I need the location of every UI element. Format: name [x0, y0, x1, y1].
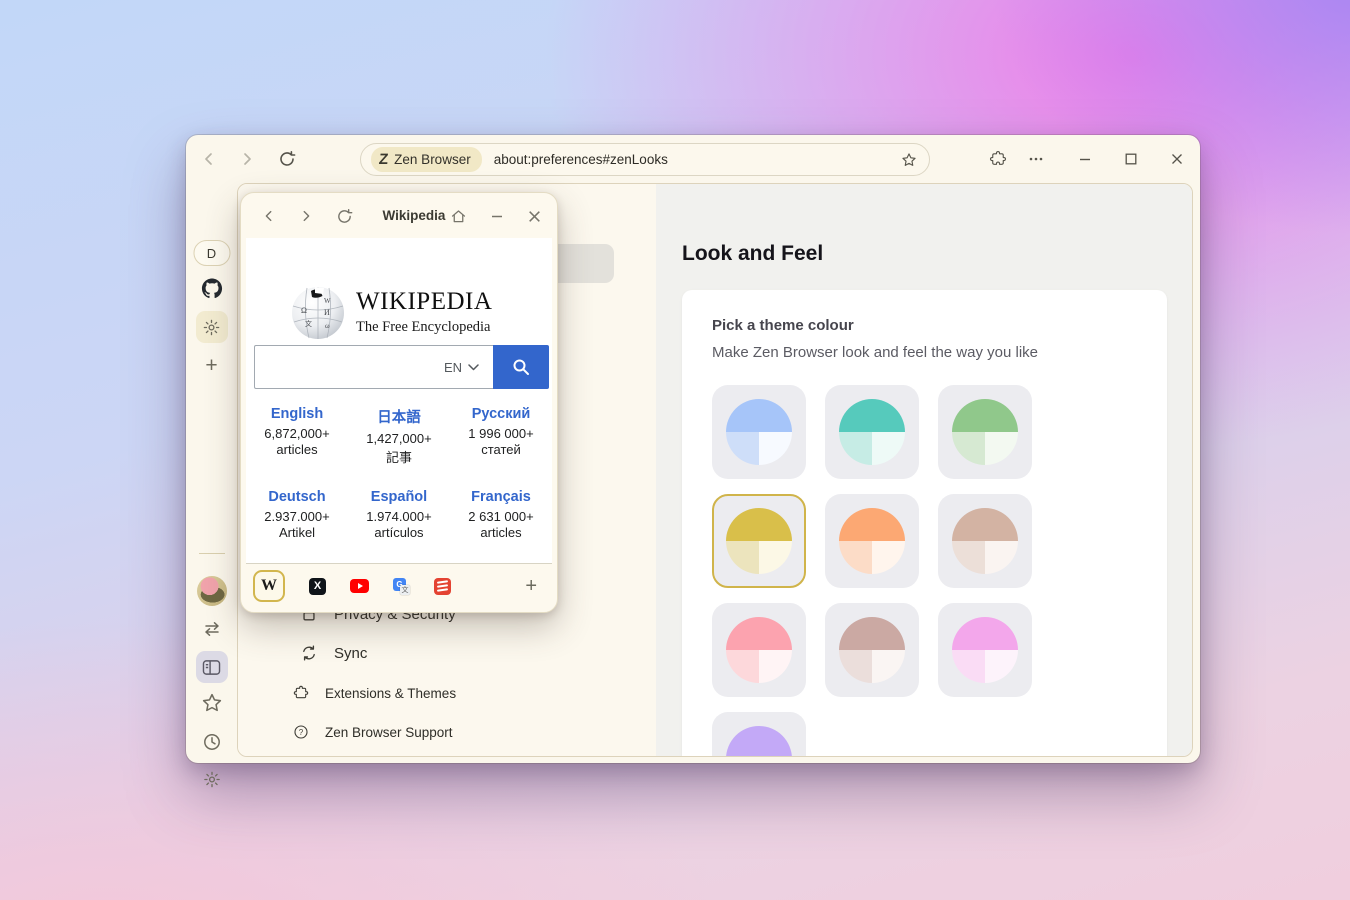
- workspace-pill[interactable]: D: [193, 240, 230, 266]
- language-link-japanese[interactable]: 日本語 1,427,000+ 記事: [348, 406, 450, 466]
- mini-window-dock: W X G文 +: [246, 564, 552, 608]
- svg-text:W: W: [324, 297, 331, 305]
- language-link-spanish[interactable]: Español 1.974.000+ artículos: [348, 489, 450, 540]
- page-title: Look and Feel: [682, 242, 823, 266]
- language-link-german[interactable]: Deutsch 2.937.000+ Artikel: [246, 489, 348, 540]
- bookmark-star-icon[interactable]: [901, 152, 917, 168]
- url-bar[interactable]: Z Zen Browser about:preferences#zenLooks: [360, 143, 930, 176]
- home-icon[interactable]: [448, 206, 468, 226]
- wikipedia-wordmark: WIKIPEDIA: [356, 288, 492, 316]
- card-subtitle: Make Zen Browser look and feel the way y…: [712, 344, 1038, 361]
- wikipedia-page: Ω W И 文 ω WIKIPEDIA The Free Encyclopedi…: [246, 238, 552, 564]
- close-icon[interactable]: [524, 206, 544, 226]
- wikipedia-search-bar: EN: [254, 345, 549, 389]
- sync-icon: [300, 644, 318, 662]
- maximize-icon[interactable]: [1119, 147, 1143, 171]
- zen-logo-icon: Z: [378, 151, 389, 168]
- new-tab-plus-icon[interactable]: +: [205, 354, 217, 378]
- url-text: about:preferences#zenLooks: [494, 152, 901, 167]
- reload-icon[interactable]: [334, 206, 354, 226]
- svg-text:?: ?: [299, 728, 304, 737]
- sidebar-divider: [199, 553, 225, 554]
- profile-avatar[interactable]: [197, 576, 227, 606]
- site-identity-chip[interactable]: Z Zen Browser: [371, 147, 482, 172]
- prefs-item-label: Extensions & Themes: [325, 686, 456, 701]
- svg-text:文: 文: [305, 319, 312, 328]
- forward-icon[interactable]: [235, 147, 259, 171]
- wikipedia-favicon[interactable]: W: [253, 570, 285, 602]
- desktop-background: Z Zen Browser about:preferences#zenLooks: [0, 0, 1350, 900]
- star-icon[interactable]: [201, 692, 223, 714]
- settings-gear-bottom-icon[interactable]: [202, 770, 221, 789]
- language-link-french[interactable]: Français 2 631 000+ articles: [450, 489, 552, 540]
- theme-tile-teal[interactable]: [825, 385, 919, 479]
- more-menu-icon[interactable]: [1024, 147, 1048, 171]
- mini-window-header[interactable]: Wikipedia: [241, 193, 557, 238]
- sidebar-panel-icon[interactable]: [196, 651, 228, 683]
- forward-icon[interactable]: [296, 206, 316, 226]
- reload-icon[interactable]: [275, 147, 299, 171]
- theme-tile-purple[interactable]: [712, 712, 806, 757]
- prefs-item-support[interactable]: ? Zen Browser Support: [293, 724, 453, 740]
- site-label: Zen Browser: [394, 152, 471, 167]
- help-icon: ?: [293, 724, 309, 740]
- look-and-feel-panel: Look and Feel Pick a theme colour Make Z…: [656, 184, 1192, 756]
- language-code: EN: [444, 360, 462, 375]
- svg-text:И: И: [324, 308, 330, 317]
- add-plus-icon[interactable]: +: [525, 575, 537, 598]
- theme-tile-green[interactable]: [938, 385, 1032, 479]
- back-icon[interactable]: [259, 206, 279, 226]
- prefs-item-label: Zen Browser Support: [325, 725, 453, 740]
- github-icon[interactable]: [201, 278, 222, 299]
- card-title: Pick a theme colour: [712, 317, 854, 334]
- chevron-down-icon: [468, 364, 479, 371]
- svg-text:Ω: Ω: [301, 306, 307, 315]
- theme-tile-tan[interactable]: [938, 494, 1032, 588]
- prefs-item-extensions[interactable]: Extensions & Themes: [293, 685, 456, 701]
- wikipedia-languages: English 6,872,000+ articles 日本語 1,427,00…: [246, 406, 552, 540]
- search-input[interactable]: EN: [254, 345, 493, 389]
- puzzle-icon: [293, 685, 309, 701]
- close-icon[interactable]: [1165, 147, 1189, 171]
- theme-tile-yellow-selected[interactable]: [712, 494, 806, 588]
- language-selector[interactable]: EN: [444, 360, 493, 375]
- minimize-icon[interactable]: [487, 206, 507, 226]
- theme-grid: [712, 385, 1032, 757]
- theme-tile-pink[interactable]: [712, 603, 806, 697]
- svg-text:ω: ω: [325, 322, 330, 330]
- wikipedia-globe-logo: Ω W И 文 ω: [291, 284, 345, 341]
- x-twitter-icon[interactable]: X: [309, 578, 326, 595]
- google-translate-icon[interactable]: G文: [393, 578, 410, 595]
- history-clock-icon[interactable]: [202, 732, 222, 752]
- wikipedia-tagline: The Free Encyclopedia: [356, 319, 490, 336]
- minimize-icon[interactable]: [1073, 147, 1097, 171]
- settings-gear-icon[interactable]: [196, 311, 228, 343]
- theme-tile-mauve[interactable]: [825, 603, 919, 697]
- theme-tile-blue[interactable]: [712, 385, 806, 479]
- extensions-puzzle-icon[interactable]: [986, 147, 1010, 171]
- todoist-icon[interactable]: [434, 578, 451, 595]
- language-link-russian[interactable]: Русский 1 996 000+ статей: [450, 406, 552, 466]
- language-link-english[interactable]: English 6,872,000+ articles: [246, 406, 348, 466]
- prefs-item-label: Sync: [334, 645, 367, 662]
- wikipedia-mini-window: Wikipedia: [240, 192, 558, 613]
- swap-arrows-icon[interactable]: [202, 620, 222, 638]
- search-button[interactable]: [493, 345, 549, 389]
- theme-tile-orange[interactable]: [825, 494, 919, 588]
- theme-tile-magenta[interactable]: [938, 603, 1032, 697]
- browser-sidebar: D +: [186, 183, 237, 763]
- youtube-icon[interactable]: [350, 579, 369, 593]
- theme-colour-card: Pick a theme colour Make Zen Browser loo…: [682, 290, 1167, 757]
- prefs-item-sync[interactable]: Sync: [300, 644, 367, 662]
- search-icon: [511, 357, 531, 377]
- browser-toolbar: Z Zen Browser about:preferences#zenLooks: [186, 135, 1200, 183]
- back-icon[interactable]: [197, 147, 221, 171]
